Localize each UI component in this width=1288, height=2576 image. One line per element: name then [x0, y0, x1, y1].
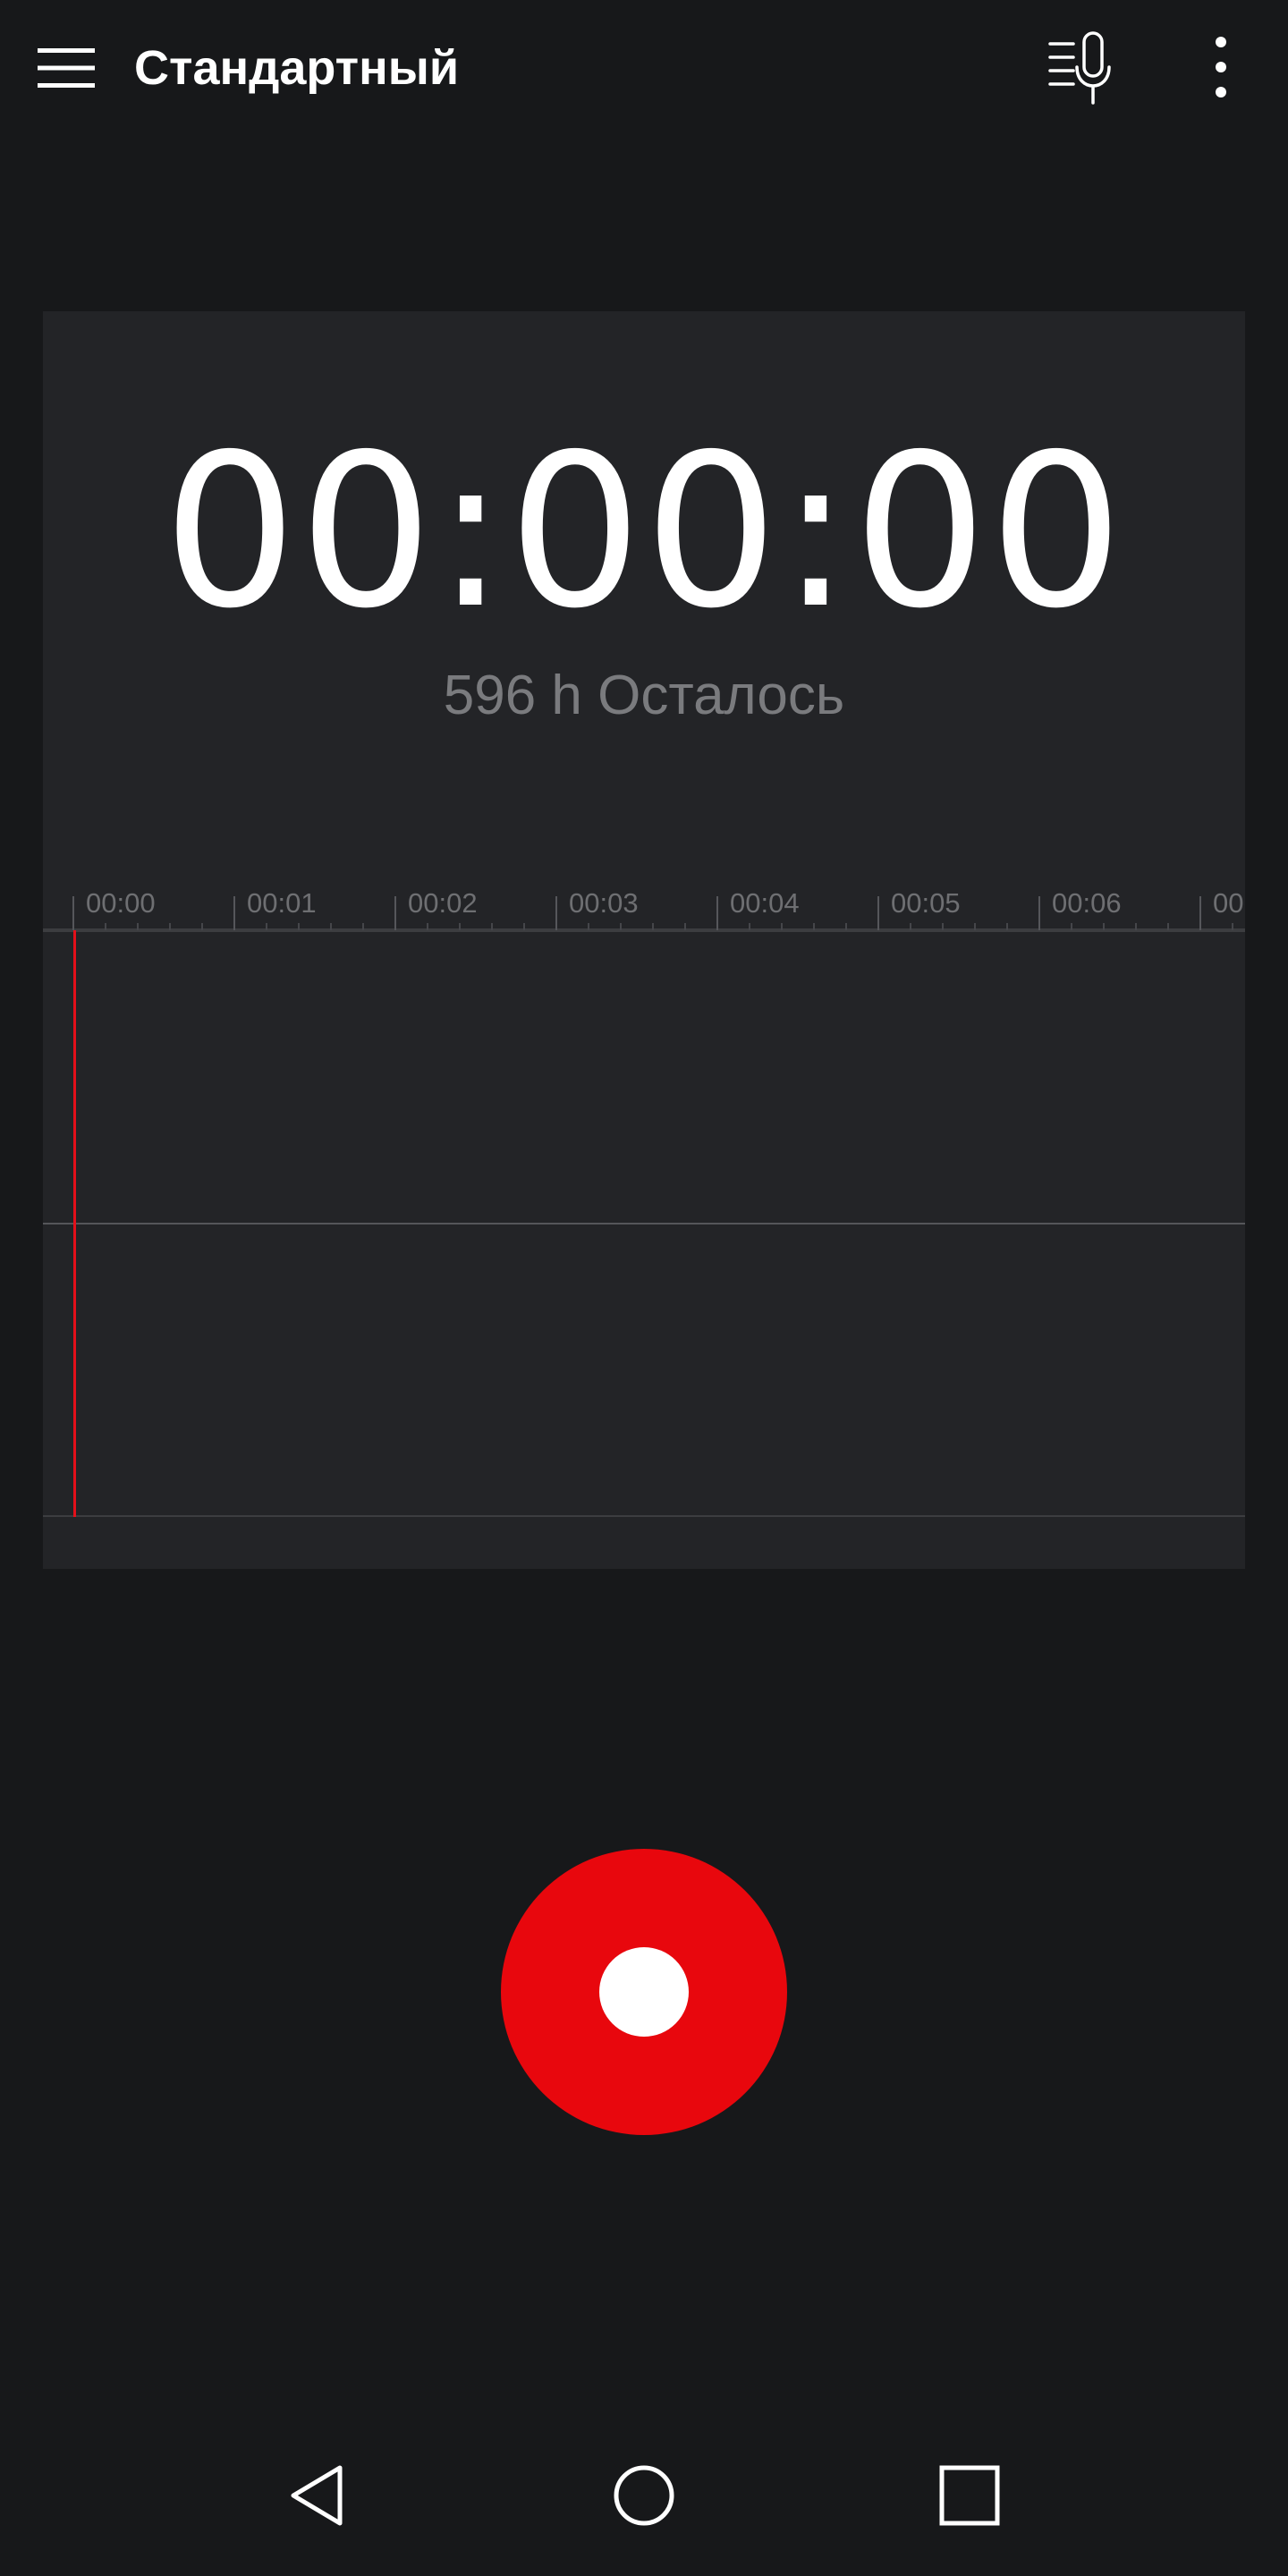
recorder-panel: 00:00:00 596 h Осталось 00:00 00:01 00:02 0…: [43, 311, 1245, 1569]
waveform-center-line: [43, 1223, 1245, 1224]
system-nav-bar: [0, 2415, 1288, 2576]
record-button[interactable]: [501, 1849, 787, 2135]
menu-button[interactable]: [23, 32, 109, 104]
timeline-label: 00:01: [247, 887, 317, 919]
app-bar: Стандартный: [0, 0, 1288, 136]
hamburger-menu-icon: [38, 48, 95, 88]
record-icon: [599, 1947, 689, 2037]
more-vertical-icon: [1216, 37, 1226, 97]
timeline-label: 00:00: [86, 887, 156, 919]
speech-to-text-mic-icon: [1048, 31, 1111, 105]
timeline-label: 00:03: [569, 887, 639, 919]
remaining-time: 596 h Осталось: [443, 665, 845, 726]
timeline-label: 00:04: [730, 887, 800, 919]
more-options-button[interactable]: [1181, 27, 1261, 107]
timeline-label: 00:07: [1213, 887, 1245, 919]
timeline-ruler: 00:00 00:01 00:02 00:03 00:04 00:05 00:06 00:07: [43, 884, 1245, 930]
waveform-bottom-border: [43, 1515, 1245, 1517]
waveform-top-border: [43, 930, 1245, 932]
recents-button[interactable]: [916, 2451, 1023, 2540]
back-triangle-icon: [291, 2465, 343, 2526]
recents-square-icon: [939, 2465, 1000, 2526]
back-button[interactable]: [263, 2451, 370, 2540]
timeline-label: 00:05: [891, 887, 961, 919]
home-button[interactable]: [590, 2451, 698, 2540]
playhead[interactable]: [73, 930, 76, 1517]
recording-timer: 00:00:00: [163, 409, 1125, 655]
timeline-label: 00:02: [408, 887, 478, 919]
timeline-label: 00:06: [1052, 887, 1122, 919]
home-circle-icon: [614, 2465, 674, 2526]
speech-to-text-button[interactable]: [1038, 23, 1136, 113]
waveform-area: [43, 930, 1245, 1517]
page-title: Стандартный: [134, 41, 460, 95]
